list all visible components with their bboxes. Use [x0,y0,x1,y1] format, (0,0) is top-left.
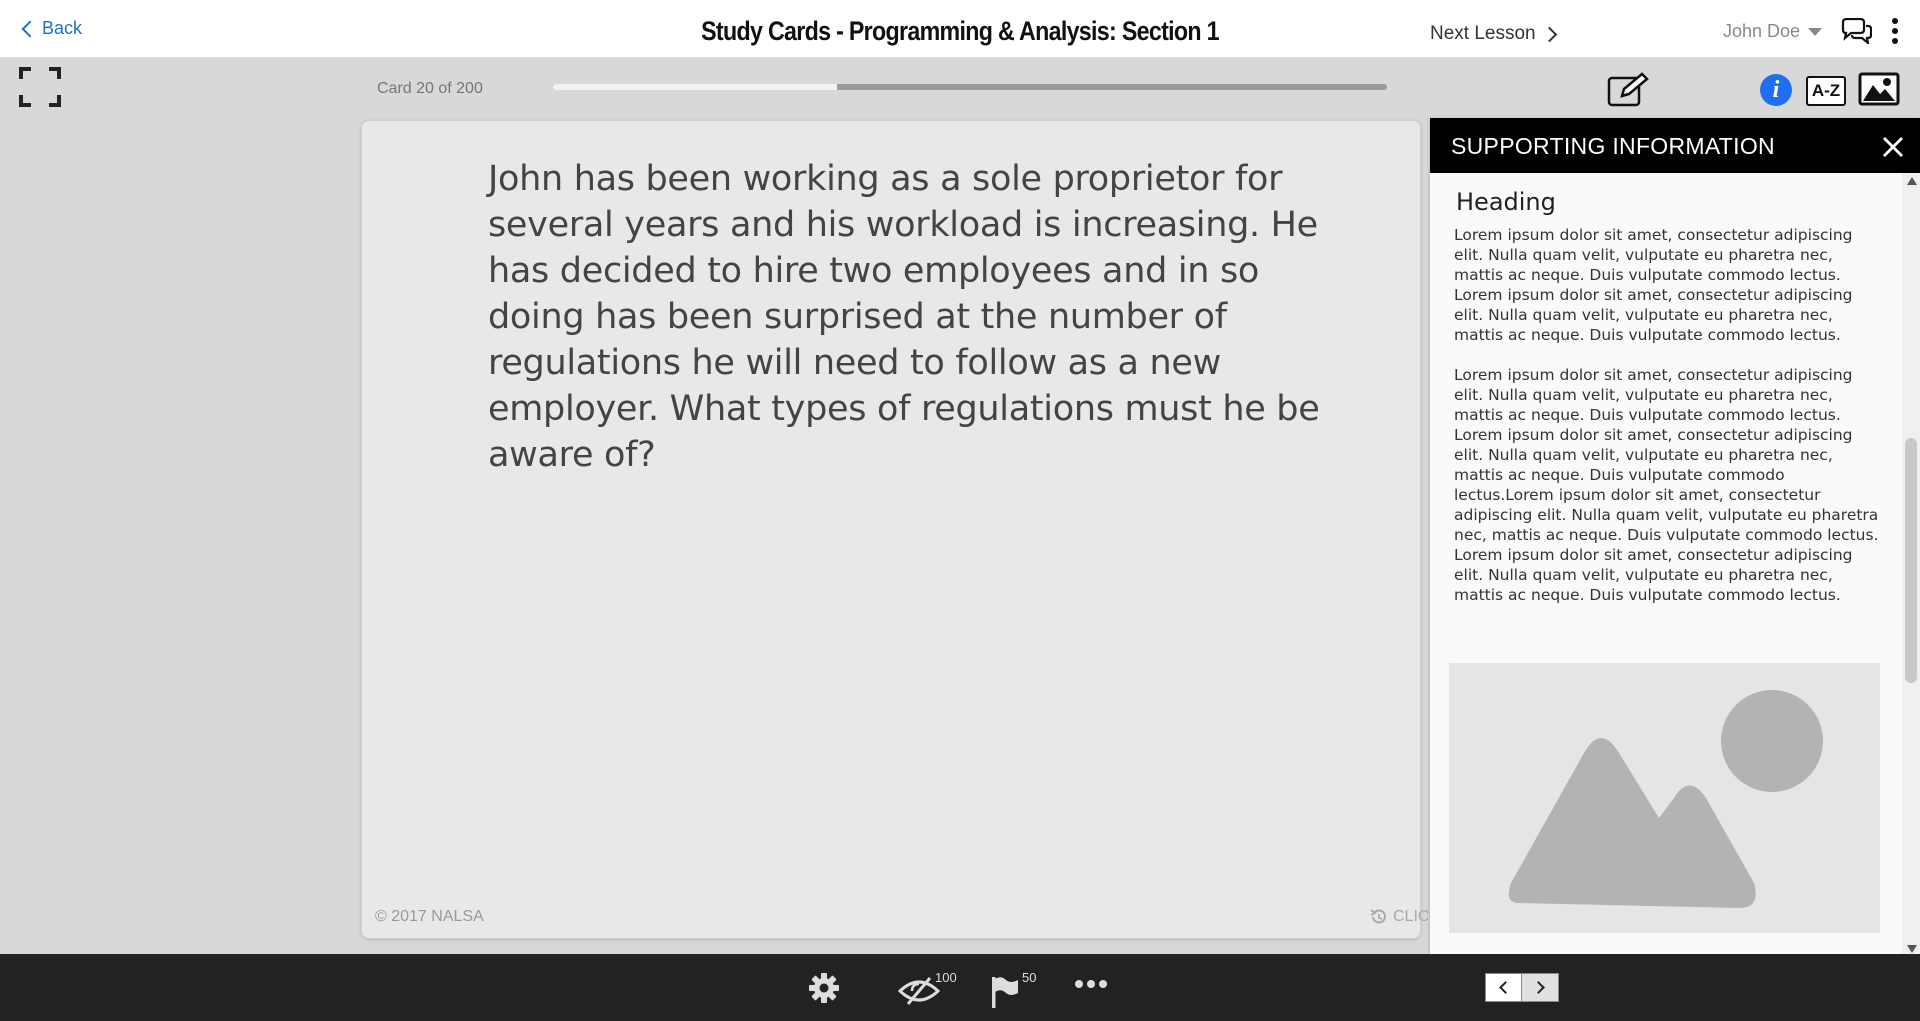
image-placeholder-icon [1508,690,1823,908]
info-icon[interactable]: i [1760,74,1792,106]
image-icon[interactable] [1858,72,1900,106]
panel-scrollbar[interactable] [1902,173,1920,955]
flagged-count-badge: 50 [1022,970,1037,985]
progress-bar [553,84,1387,90]
chevron-right-icon [1531,981,1545,994]
user-menu[interactable]: John Doe [1723,21,1823,42]
glossary-az-icon[interactable]: A-Z [1806,76,1846,106]
card-counter: Card 20 of 200 [377,80,483,97]
next-lesson-label: Next Lesson [1430,23,1536,44]
panel-paragraph-1: Lorem ipsum dolor sit amet, consectetur … [1454,226,1853,344]
chevron-left-icon [21,20,39,37]
top-header: Back Study Cards - Programming & Analysi… [0,0,1920,58]
flagged-cards-button[interactable]: 50 [990,970,1042,1010]
more-menu-icon[interactable] [1890,18,1900,44]
panel-heading: Heading [1456,188,1556,216]
edit-notes-icon[interactable] [1606,72,1650,108]
study-card[interactable]: John has been working as a sole propriet… [361,120,1440,939]
scroll-thumb[interactable] [1905,438,1917,683]
previous-card-button[interactable] [1486,974,1523,1001]
hidden-eye-icon [898,977,940,1005]
settings-gear-icon[interactable] [808,972,840,1004]
card-pager [1485,973,1559,1002]
user-name: John Doe [1723,21,1801,41]
image-placeholder [1449,663,1880,933]
bottom-toolbar: 100 50 [0,954,1920,1021]
chevron-right-icon [1541,26,1557,42]
panel-paragraph-2: Lorem ipsum dolor sit amet, consectetur … [1454,366,1879,604]
panel-body: Heading Lorem ipsum dolor sit amet, cons… [1430,173,1902,955]
progress-fill [553,84,837,90]
next-lesson-button[interactable]: Next Lesson [1430,23,1557,45]
panel-header: SUPPORTING INFORMATION [1430,118,1920,173]
hidden-count-badge: 100 [935,970,957,985]
back-button[interactable]: Back [20,18,82,39]
flip-rotate-icon [1370,909,1386,924]
supporting-info-panel: SUPPORTING INFORMATION Heading Lorem ips… [1430,118,1920,955]
panel-title: SUPPORTING INFORMATION [1451,133,1775,159]
hidden-cards-button[interactable]: 100 [898,970,960,1010]
card-question-text: John has been working as a sole propriet… [488,159,1320,475]
scroll-down-arrow-icon[interactable] [1907,945,1917,953]
copyright-text: © 2017 NALSA [375,908,484,925]
flag-icon [992,977,1018,1008]
fullscreen-icon[interactable] [19,67,61,107]
caret-down-icon [1808,27,1823,36]
more-options-icon[interactable] [1075,980,1107,992]
next-card-button[interactable] [1522,974,1558,1001]
chevron-left-icon [1499,981,1512,994]
back-label: Back [42,18,83,38]
chat-bubbles-icon[interactable] [1840,18,1872,44]
close-icon[interactable] [1882,136,1904,158]
scroll-up-arrow-icon[interactable] [1907,177,1917,185]
